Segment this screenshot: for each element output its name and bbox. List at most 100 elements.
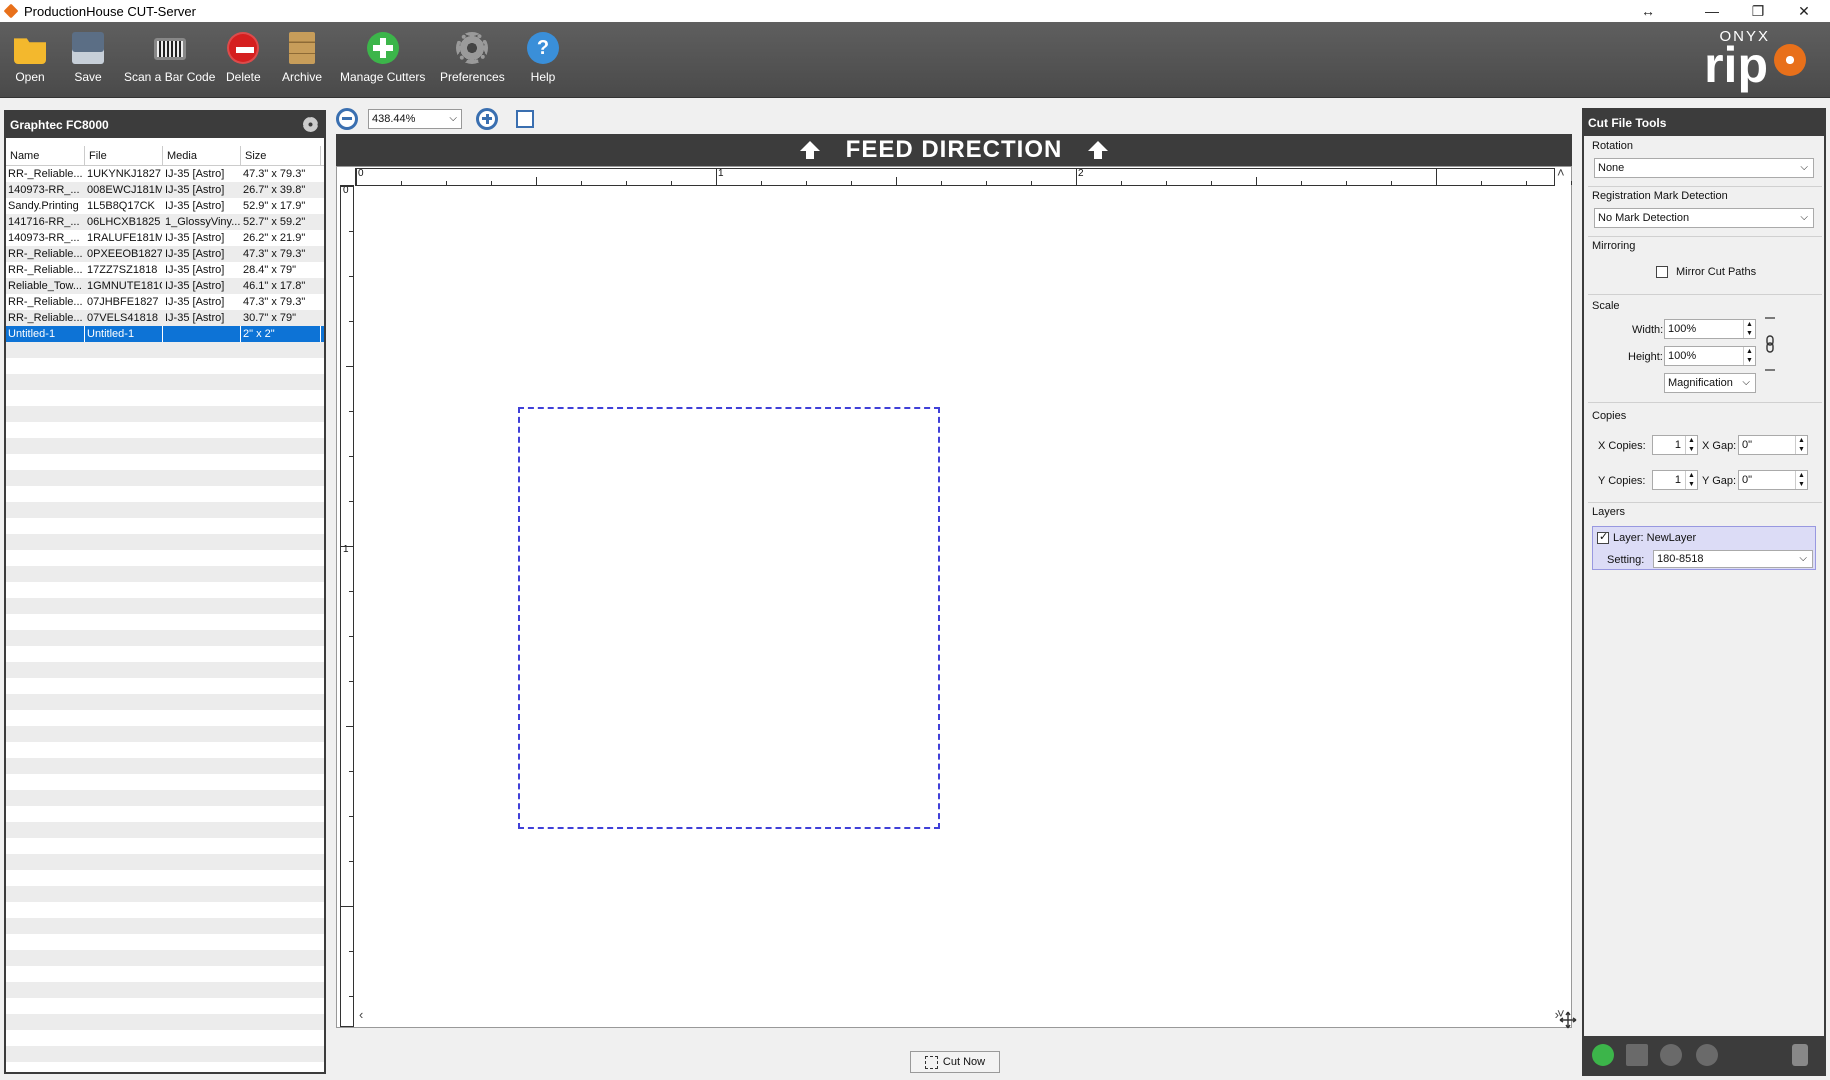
- ruler-tick: [346, 726, 353, 727]
- cut-path-outline[interactable]: [518, 407, 940, 829]
- ygap-stepper[interactable]: 0" ▲ ▼: [1738, 470, 1808, 490]
- ycopies-stepper[interactable]: 1 ▲ ▼: [1652, 470, 1698, 490]
- table-row[interactable]: 141716-RR_... 06LHCXB1825 1_GlossyViny... 5…: [6, 214, 324, 230]
- regmark-select[interactable]: No Mark Detection ⌵: [1594, 208, 1814, 228]
- chevron-down-icon: ⌵: [1742, 377, 1750, 388]
- stepper-arrows-icon[interactable]: ▲ ▼: [1685, 471, 1697, 489]
- column-header-file[interactable]: File: [85, 146, 163, 165]
- height-value: 100%: [1668, 350, 1697, 362]
- table-row[interactable]: Untitled-1 Untitled-1 2" x 2": [6, 326, 324, 342]
- floppy-icon: [72, 32, 104, 64]
- restore-button[interactable]: ❐: [1736, 0, 1780, 22]
- table-row[interactable]: RR-_Reliable... 17ZZ7SZ1818 IJ-35 [Astro] 2…: [6, 262, 324, 278]
- width-stepper[interactable]: 100% ▲ ▼: [1664, 319, 1756, 339]
- checkbox-icon[interactable]: [1656, 266, 1668, 278]
- cut-canvas[interactable]: 0 1 2 0 1 ‹ › ˄ ˅: [336, 165, 1797, 1029]
- column-header-name[interactable]: Name: [6, 146, 85, 165]
- move-layer-down-icon[interactable]: [1696, 1044, 1718, 1066]
- xgap-stepper[interactable]: 0" ▲ ▼: [1738, 435, 1808, 455]
- trash-icon[interactable]: [1792, 1044, 1808, 1066]
- table-cell: 47.3" x 79.3": [243, 168, 306, 180]
- table-row[interactable]: 140973-RR_... 1RALUFE181M IJ-35 [Astro] 26.…: [6, 230, 324, 246]
- width-value: 100%: [1668, 323, 1697, 335]
- duplicate-layer-icon[interactable]: [1626, 1044, 1648, 1066]
- cutter-settings-gear-icon[interactable]: [303, 117, 318, 132]
- mirroring-label: Mirroring: [1592, 240, 1636, 252]
- rotation-select[interactable]: None ⌵: [1594, 158, 1814, 178]
- ycopies-value: 1: [1674, 474, 1681, 486]
- cut-now-button[interactable]: Cut Now: [910, 1051, 1000, 1073]
- ruler-tick: [341, 906, 353, 907]
- close-button[interactable]: ✕: [1782, 0, 1826, 22]
- table-cell: RR-_Reliable...: [8, 312, 83, 324]
- minimize-button[interactable]: —: [1690, 0, 1734, 22]
- scroll-up-icon[interactable]: ˄: [1557, 165, 1565, 180]
- zoom-in-icon[interactable]: [476, 108, 498, 130]
- table-cell: 26.2" x 21.9": [243, 232, 306, 244]
- ruler-tick: [349, 771, 353, 772]
- table-row[interactable]: RR-_Reliable... 07VELS41818 IJ-35 [Astro] 3…: [6, 310, 324, 326]
- table-cell: [163, 326, 241, 342]
- move-icon[interactable]: [1559, 1011, 1577, 1029]
- ruler-tick: [349, 501, 353, 502]
- link-chain-icon[interactable]: [1764, 314, 1778, 374]
- stepper-arrows-icon[interactable]: ▲ ▼: [1795, 471, 1807, 489]
- table-cell: 46.1" x 17.8": [243, 280, 306, 292]
- regmark-label: Registration Mark Detection: [1592, 190, 1728, 202]
- layer-visibility-toggle[interactable]: Layer: NewLayer: [1597, 530, 1696, 544]
- scroll-left-icon[interactable]: ‹: [359, 1007, 363, 1022]
- open-button[interactable]: Open: [14, 32, 46, 84]
- checkbox-checked-icon[interactable]: [1597, 530, 1609, 544]
- table-cell: IJ-35 [Astro]: [165, 232, 225, 244]
- ruler-h-label: 2: [1078, 168, 1084, 179]
- zoom-select[interactable]: 438.44% ⌵: [368, 109, 462, 129]
- table-row[interactable]: 140973-RR_... 008EWCJ181M IJ-35 [Astro] 26.…: [6, 182, 324, 198]
- divider: [1588, 186, 1822, 187]
- main-toolbar: Open Save Scan a Bar Code Delete Archive…: [0, 22, 1830, 98]
- column-header-media[interactable]: Media: [163, 146, 241, 165]
- stepper-arrows-icon[interactable]: ▲ ▼: [1743, 347, 1755, 365]
- table-cell: RR-_Reliable...: [8, 296, 83, 308]
- archive-button[interactable]: Archive: [282, 32, 322, 84]
- scale-mode-select[interactable]: Magnification ⌵: [1664, 373, 1756, 393]
- fit-page-icon[interactable]: [516, 110, 534, 128]
- width-label: Width:: [1632, 324, 1664, 336]
- stepper-arrows-icon[interactable]: ▲ ▼: [1743, 320, 1755, 338]
- delete-button[interactable]: Delete: [226, 32, 261, 84]
- move-layer-up-icon[interactable]: [1660, 1044, 1682, 1066]
- table-row[interactable]: RR-_Reliable... 1UKYNKJ1827 IJ-35 [Astro] 4…: [6, 166, 324, 182]
- table-row[interactable]: Reliable_Tow... 1GMNUTE181G IJ-35 [Astro] 4…: [6, 278, 324, 294]
- add-layer-icon[interactable]: [1592, 1044, 1614, 1066]
- stepper-arrows-icon[interactable]: ▲ ▼: [1685, 436, 1697, 454]
- height-stepper[interactable]: 100% ▲ ▼: [1664, 346, 1756, 366]
- stepper-arrows-icon[interactable]: ▲ ▼: [1795, 436, 1807, 454]
- table-row[interactable]: Sandy.Printing 1L5B8Q17CK IJ-35 [Astro] 52.…: [6, 198, 324, 214]
- ruler-tick: [491, 181, 492, 185]
- mirror-label: Mirror Cut Paths: [1676, 266, 1757, 278]
- vertical-scrollbar[interactable]: ˄ ˅: [1555, 165, 1569, 1027]
- ruler-tick: [716, 169, 717, 185]
- ruler-tick: [349, 411, 353, 412]
- layer-setting-select[interactable]: 180-8518 ⌵: [1653, 550, 1813, 568]
- open-label: Open: [15, 70, 45, 84]
- manage-cutters-button[interactable]: Manage Cutters: [340, 32, 425, 84]
- mirror-cut-paths-checkbox[interactable]: Mirror Cut Paths: [1656, 266, 1756, 278]
- table-cell: RR-_Reliable...: [8, 248, 83, 260]
- preferences-button[interactable]: Preferences: [440, 32, 505, 84]
- table-row[interactable]: RR-_Reliable... 0PXEEOB1827 IJ-35 [Astro] 4…: [6, 246, 324, 262]
- resize-icon[interactable]: ↔: [1626, 0, 1670, 22]
- layers-toolbar: [1584, 1036, 1824, 1074]
- horizontal-scrollbar[interactable]: ‹ ›: [359, 1007, 1559, 1023]
- help-icon: ?: [527, 32, 559, 64]
- scan-barcode-button[interactable]: Scan a Bar Code: [124, 32, 215, 84]
- help-button[interactable]: ? Help: [527, 32, 559, 84]
- layer-item[interactable]: Layer: NewLayer Setting: 180-8518 ⌵: [1592, 526, 1816, 570]
- zoom-out-icon[interactable]: [336, 108, 358, 130]
- xcopies-stepper[interactable]: 1 ▲ ▼: [1652, 435, 1698, 455]
- table-row[interactable]: RR-_Reliable... 07JHBFE1827 IJ-35 [Astro] 4…: [6, 294, 324, 310]
- table-cell: Untitled-1: [85, 326, 163, 342]
- save-button[interactable]: Save: [72, 32, 104, 84]
- column-header-size[interactable]: Size: [241, 146, 321, 165]
- divider: [1588, 294, 1822, 295]
- ruler-tick: [349, 321, 353, 322]
